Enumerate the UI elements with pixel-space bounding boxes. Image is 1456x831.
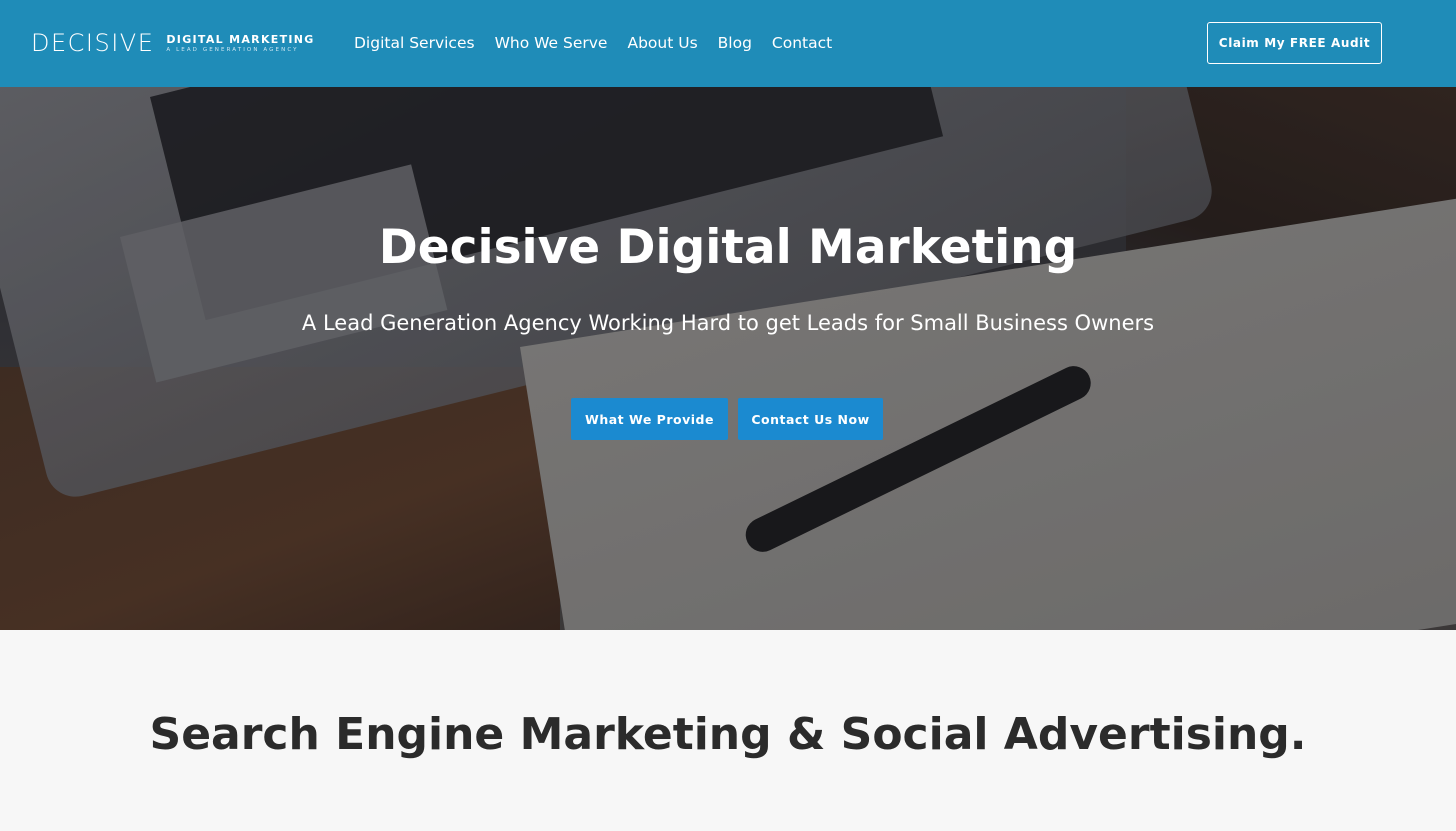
contact-us-now-button[interactable]: Contact Us Now xyxy=(738,398,883,440)
nav-digital-services[interactable]: Digital Services xyxy=(354,31,475,55)
section-heading: Search Engine Marketing & Social Adverti… xyxy=(149,709,1307,760)
nav-contact[interactable]: Contact xyxy=(772,31,832,55)
nav-about-us[interactable]: About Us xyxy=(627,31,697,55)
what-we-provide-button[interactable]: What We Provide xyxy=(571,398,728,440)
hero-overlay xyxy=(0,87,1456,630)
logo-tagline: A LEAD GENERATION AGENCY xyxy=(166,46,299,53)
nav-blog[interactable]: Blog xyxy=(718,31,752,55)
logo-wordmark: DECISIVE xyxy=(31,29,155,57)
nav-who-we-serve[interactable]: Who We Serve xyxy=(495,31,608,55)
site-logo[interactable]: DECISIVE DIGITAL MARKETING A LEAD GENERA… xyxy=(31,29,315,57)
logo-subtext: DIGITAL MARKETING A LEAD GENERATION AGEN… xyxy=(166,33,314,54)
site-header: DECISIVE DIGITAL MARKETING A LEAD GENERA… xyxy=(0,0,1456,87)
main-nav: Digital Services Who We Serve About Us B… xyxy=(354,31,852,55)
hero-subtitle: A Lead Generation Agency Working Hard to… xyxy=(301,311,1155,335)
logo-subtitle: DIGITAL MARKETING xyxy=(166,32,315,46)
claim-audit-button[interactable]: Claim My FREE Audit xyxy=(1207,22,1382,64)
hero-section: Decisive Digital Marketing A Lead Genera… xyxy=(0,87,1456,630)
services-section: Search Engine Marketing & Social Adverti… xyxy=(0,630,1456,831)
hero-title: Decisive Digital Marketing xyxy=(378,220,1078,275)
